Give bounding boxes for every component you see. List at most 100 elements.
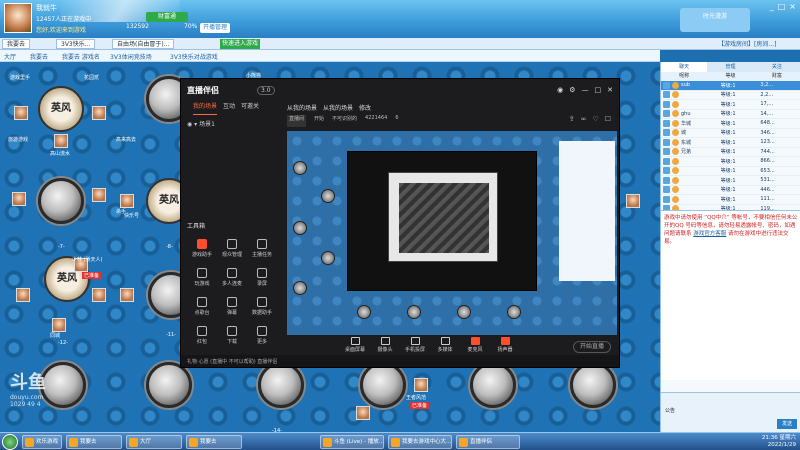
- user-row[interactable]: 等级:1 531...: [661, 176, 800, 186]
- taskbar-item[interactable]: 大厅: [126, 435, 182, 449]
- eye-icon[interactable]: ◉: [187, 121, 192, 128]
- player-seat[interactable]: [52, 318, 66, 332]
- close-button[interactable]: ×: [789, 2, 796, 11]
- user-row[interactable]: 等级:1 446...: [661, 186, 800, 195]
- user-row[interactable]: 东城 等级:1 123...: [661, 138, 800, 148]
- tool-multi-mic[interactable]: 多人连麦: [217, 268, 247, 287]
- link-icon[interactable]: ∞: [581, 115, 587, 123]
- tab-manage[interactable]: 管理: [707, 62, 753, 72]
- game-table[interactable]: [40, 362, 86, 408]
- game-table[interactable]: [146, 362, 192, 408]
- tool-task[interactable]: 主播任务: [247, 239, 277, 258]
- user-row[interactable]: ghu 等级:1 14,...: [661, 110, 800, 119]
- source-speaker[interactable]: 扬声器: [493, 337, 517, 357]
- player-seat[interactable]: [14, 106, 28, 120]
- source-phone[interactable]: 手机投屏: [403, 337, 427, 357]
- breadcrumb-item[interactable]: 大厅: [4, 52, 16, 61]
- tool-download[interactable]: 下载: [217, 326, 247, 345]
- send-button[interactable]: 发送: [777, 419, 797, 429]
- player-seat[interactable]: [626, 194, 640, 208]
- tool-play[interactable]: 玩游戏: [187, 268, 217, 287]
- taskbar-item[interactable]: 直播伴侣: [456, 435, 520, 449]
- close-icon[interactable]: ✕: [607, 86, 613, 94]
- table-emblem[interactable]: 英风: [38, 86, 84, 132]
- quick-join-button[interactable]: 快速进入游戏: [220, 39, 260, 49]
- player-seat[interactable]: [120, 194, 134, 208]
- source-media[interactable]: 多媒体: [433, 337, 457, 357]
- breadcrumb-item[interactable]: 3V3体闲竞技场: [110, 52, 152, 61]
- stage-edit[interactable]: 修改: [359, 103, 371, 115]
- player-seat[interactable]: [54, 134, 68, 148]
- maximize-icon[interactable]: □: [595, 86, 602, 94]
- stream-preview[interactable]: [287, 131, 617, 335]
- taskbar-item[interactable]: 斗鱼 (Live) - 播放...: [320, 435, 384, 449]
- manage-badge[interactable]: 开播管理: [200, 23, 230, 33]
- user-row[interactable]: 等级:1 866...: [661, 157, 800, 167]
- col-name[interactable]: 呢称: [661, 72, 707, 81]
- game-table[interactable]: [570, 362, 616, 408]
- tool-song[interactable]: 点歌台: [187, 297, 217, 316]
- user-row[interactable]: 华城 等级:1 648...: [661, 119, 800, 129]
- breadcrumb-item[interactable]: 我要去: [30, 52, 48, 61]
- room-link[interactable]: 【游戏房间】[房间...]: [718, 39, 776, 48]
- taskbar-item[interactable]: 我要去: [66, 435, 122, 449]
- source-desktop[interactable]: 桌面屏幕: [343, 337, 367, 357]
- tool-record[interactable]: 录屏: [247, 268, 277, 287]
- source-mic[interactable]: 麦克风: [463, 337, 487, 357]
- heart-icon[interactable]: ♡: [592, 115, 598, 123]
- tab-0[interactable]: 我要去: [2, 39, 31, 49]
- game-table[interactable]: [38, 178, 84, 224]
- player-seat[interactable]: [16, 288, 30, 302]
- service-link[interactable]: 游戏官方客服: [693, 231, 726, 237]
- user-row[interactable]: sub 等级:1 3,2...: [661, 81, 800, 91]
- player-seat[interactable]: [356, 406, 370, 420]
- tab-1[interactable]: 3V3快乐...: [56, 39, 96, 49]
- player-seat[interactable]: [92, 106, 106, 120]
- tab-2[interactable]: 自由场(自由冒于)...: [112, 39, 175, 49]
- user-row[interactable]: 城 等级:1 346...: [661, 129, 800, 138]
- taskbar-item[interactable]: 我要去: [186, 435, 242, 449]
- col-level[interactable]: 等级: [707, 72, 753, 81]
- tool-more[interactable]: 更多: [247, 326, 277, 345]
- minimize-icon[interactable]: —: [582, 86, 589, 94]
- player-seat[interactable]: [12, 192, 26, 206]
- user-row[interactable]: 等级:1 111...: [661, 195, 800, 205]
- player-seat[interactable]: [92, 288, 106, 302]
- tool-audience[interactable]: 观众管理: [217, 239, 247, 258]
- tool-redpacket[interactable]: 红包: [187, 326, 217, 345]
- breadcrumb-item[interactable]: 3V3快乐对战游戏: [170, 52, 218, 61]
- game-table[interactable]: [258, 362, 304, 408]
- game-table[interactable]: [470, 362, 516, 408]
- player-seat[interactable]: [92, 188, 106, 202]
- chat-icon[interactable]: ☐: [605, 115, 611, 123]
- settings-icon[interactable]: ⚙: [569, 86, 575, 94]
- user-row[interactable]: 兄弟 等级:1 744...: [661, 148, 800, 157]
- share-icon[interactable]: ⇪: [569, 115, 575, 123]
- tool-data[interactable]: 数据助手: [247, 297, 277, 316]
- user-icon[interactable]: ◉: [557, 86, 563, 94]
- maximize-button[interactable]: □: [778, 2, 786, 11]
- col-wealth[interactable]: 财富: [754, 72, 800, 81]
- minimize-button[interactable]: _: [770, 2, 774, 11]
- tab-my-scene[interactable]: 我的场景: [193, 101, 218, 115]
- taskbar-item[interactable]: 欢乐游戏: [22, 435, 62, 449]
- start-button[interactable]: [2, 434, 18, 450]
- wealth-button[interactable]: 财富通: [146, 12, 188, 22]
- game-table[interactable]: [360, 362, 406, 408]
- tool-game-helper[interactable]: 游戏助手: [187, 239, 217, 258]
- tab-follow[interactable]: 关注: [754, 62, 800, 72]
- tool-danmaku[interactable]: 弹幕: [217, 297, 247, 316]
- user-row[interactable]: 等级:1 2,2...: [661, 91, 800, 100]
- tab-interact[interactable]: 互动: [223, 101, 235, 115]
- user-row[interactable]: 等级:1 653...: [661, 167, 800, 176]
- player-seat[interactable]: [120, 288, 134, 302]
- tab-chat[interactable]: 聊天: [661, 62, 708, 72]
- user-row[interactable]: 等级:1 17,...: [661, 100, 800, 110]
- player-seat[interactable]: [414, 378, 428, 392]
- player-avatar[interactable]: [4, 3, 32, 33]
- source-camera[interactable]: 摄像头: [373, 337, 397, 357]
- system-clock[interactable]: 21:36 星期六 2022/1/29: [762, 435, 796, 449]
- tab-invite[interactable]: 可邀关: [241, 101, 259, 115]
- breadcrumb-item[interactable]: 我要去 游戏名: [62, 52, 100, 61]
- start-live-button[interactable]: 开始直播: [573, 341, 611, 353]
